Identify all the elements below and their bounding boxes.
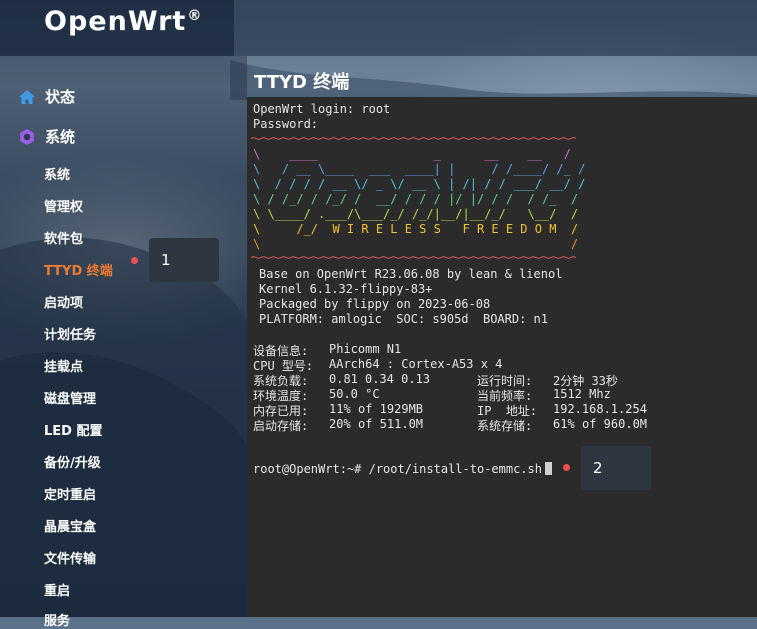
sidebar-item-reboot-schedule[interactable]: 定时重启 [44, 484, 96, 503]
boot-storage-label: 启动存储: [253, 419, 309, 433]
banner-line-1: \ ____ _ __ __ / [253, 147, 571, 161]
cpu-value: AArch64 : Cortex-A53 x 4 [329, 357, 503, 371]
sidebar-item-ttyd[interactable]: TTYD 终端 [44, 260, 113, 279]
terminal-cursor [544, 462, 552, 475]
banner-divider-top [251, 137, 576, 140]
load-value-rest: 0.34 0.13 [365, 372, 431, 386]
menu-status-label: 状态 [45, 88, 76, 106]
info-line-4: PLATFORM: amlogic SOC: s905d BOARD: n1 [259, 312, 548, 326]
boot-storage-pct: 20% [329, 417, 351, 431]
callout-2: 2 [581, 446, 651, 490]
sidebar-item-packages[interactable]: 软件包 [44, 228, 83, 247]
sys-storage-label: 系统存储: [477, 419, 533, 433]
sidebar-item-system[interactable]: 系统 [44, 164, 70, 183]
menu-system-label: 系统 [45, 128, 76, 146]
sys-storage-pct: 61% [553, 417, 575, 431]
login-line: OpenWrt login: root [253, 102, 391, 116]
gear-icon [20, 128, 34, 145]
home-icon [19, 89, 35, 104]
sidebar-item-admin[interactable]: 管理权 [44, 196, 83, 215]
freq-value: 1512 Mhz [553, 387, 611, 401]
page-title: TTYD 终端 [254, 72, 350, 93]
callout-2-label: 2 [593, 459, 603, 477]
device-value: Phicomm N1 [329, 342, 402, 356]
sidebar-item-reboot[interactable]: 重启 [44, 580, 70, 599]
sidebar-item-services[interactable]: 服务 [44, 610, 70, 629]
brand-box: OpenWrt® [0, 0, 234, 56]
ip-value: 192.168.1.254 [553, 402, 647, 416]
banner-divider-bottom [251, 256, 576, 259]
mem-pct: 11% [329, 402, 351, 416]
sidebar-item-startup[interactable]: 启动项 [44, 292, 83, 311]
menu-status[interactable]: 状态 [18, 86, 75, 107]
mem-total: of 1929MB [358, 402, 424, 416]
banner-line-4: \ / /_/ / /_/ / __/ / / / |/ |/ / / / /_… [253, 192, 579, 206]
banner-line-2: \ / __ \____ ___ ____| | / /____/ /_ / [253, 162, 586, 176]
sidebar-item-disk[interactable]: 磁盘管理 [44, 388, 96, 407]
sidebar-item-file-transfer[interactable]: 文件传输 [44, 548, 96, 567]
info-line-1: Base on OpenWrt R23.06.08 by lean & lien… [259, 267, 563, 281]
info-line-3: Packaged by flippy on 2023-06-08 [259, 297, 491, 311]
banner-line-5: \ \____/ .___/\___/_/ /_/|__/|__/_/ \__/… [253, 207, 579, 221]
command-prompt[interactable]: root@OpenWrt:~# /root/install-to-emmc.sh [253, 462, 552, 477]
menu-system[interactable]: 系统 [18, 126, 75, 147]
marker-dot-2 [563, 464, 570, 471]
sidebar-item-mounts[interactable]: 挂载点 [44, 356, 83, 375]
marker-dot-1 [131, 257, 138, 264]
info-line-2: Kernel 6.1.32-flippy-83+ [259, 282, 433, 296]
sidebar-item-amlogic[interactable]: 晶晨宝盒 [44, 516, 96, 535]
callout-1-label: 1 [161, 251, 171, 269]
command-text: root@OpenWrt:~# /root/install-to-emmc.sh [253, 462, 542, 476]
sidebar-item-cron[interactable]: 计划任务 [44, 324, 96, 343]
sidebar-item-led[interactable]: LED 配置 [44, 420, 102, 439]
password-line: Password: [253, 117, 319, 131]
sidebar-item-backup[interactable]: 备份/升级 [44, 452, 101, 471]
banner-line-6: \ /_/ W I R E L E S S F R E E D O M / [253, 222, 579, 236]
terminal[interactable]: OpenWrt login: root Password: \ ____ _ _… [247, 97, 757, 617]
banner-line-7: \ / [253, 237, 579, 251]
boot-storage-total: of 511.0M [358, 417, 424, 431]
brand-logo[interactable]: OpenWrt® [44, 6, 202, 37]
temp-value: 50.0 °C [329, 387, 380, 401]
sys-storage-total: of 960.0M [582, 417, 648, 431]
load-value-1: 0.81 [329, 372, 358, 386]
callout-1: 1 [149, 238, 219, 282]
banner-line-3: \ / / / / __ \/ _ \/ __ \ | /| / / ___/ … [253, 177, 586, 191]
